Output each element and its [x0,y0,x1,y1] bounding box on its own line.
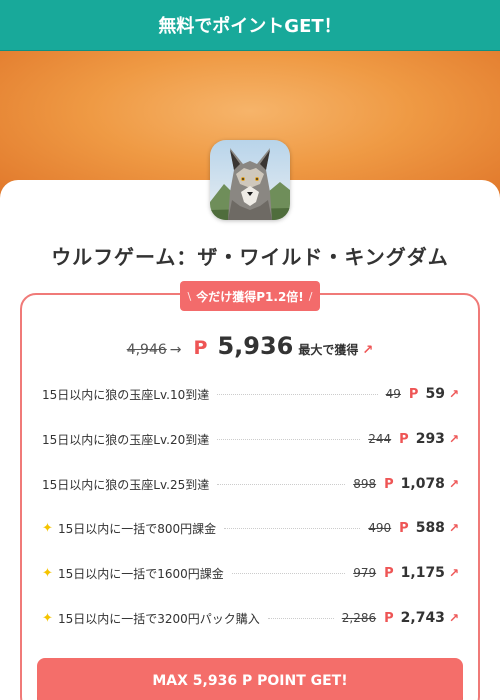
arrow-up-right-icon: ↗ [362,343,374,358]
task-points: 1,078 [400,476,445,492]
task-row[interactable]: ✦ 15日以内に一括で3200円パック購入 2,286 P 2,743 ↗ [42,608,459,628]
point-mark: P [193,337,208,359]
dotted-leader [217,393,378,395]
task-label: 15日以内に狼の玉座Lv.20到達 [42,432,210,447]
dotted-leader [231,572,346,574]
task-row[interactable]: 15日以内に狼の玉座Lv.25到達 898 P 1,078 ↗ [42,474,459,494]
task-old-points: 2,286 [341,611,377,625]
sparkle-icon: ✦ [42,520,53,536]
sparkle-icon: ✦ [42,565,53,581]
task-old-points: 244 [368,432,392,446]
task-label: 15日以内に狼の玉座Lv.25到達 [42,477,210,492]
dotted-leader [224,527,361,529]
get-points-label: MAX 5,936 P POINT GET! [152,673,348,689]
arrow-up-right-icon: ↗ [448,477,459,491]
promo-badge: \ 今だけ獲得P1.2倍! / [180,281,320,311]
point-mark: P [399,431,409,447]
sparkle-icon: ✦ [42,610,53,626]
dotted-leader [217,483,346,485]
task-points: 293 [415,431,445,447]
app-title: ウルフゲーム：ザ・ワイルド・キングダム [51,245,449,269]
get-points-button[interactable]: MAX 5,936 P POINT GET! [37,658,463,700]
promo-text: 今だけ獲得P1.2倍! [196,289,304,304]
task-points: 1,175 [400,565,445,581]
banner-text: 無料でポイントGET！ [158,16,342,37]
task-old-points: 49 [385,387,401,401]
arrow-up-right-icon: ↗ [448,521,459,535]
badge-slash-left: \ [187,289,192,303]
arrow-up-right-icon: ↗ [448,432,459,446]
arrow-up-right-icon: ↗ [448,566,459,580]
task-row[interactable]: 15日以内に狼の玉座Lv.10到達 49 P 59 ↗ [42,384,459,404]
badge-slash-right: / [308,289,313,303]
arrow-right-icon: → [169,342,182,358]
dotted-leader [217,438,361,440]
point-mark: P [399,520,409,536]
task-points: 59 [425,386,445,402]
task-row[interactable]: 15日以内に狼の玉座Lv.20到達 244 P 293 ↗ [42,429,459,449]
arrow-up-right-icon: ↗ [448,611,459,625]
task-row[interactable]: ✦ 15日以内に一括で1600円課金 979 P 1,175 ↗ [42,563,459,583]
total-points-row: 4,946 → P 5,936 最大で獲得 ↗ [0,332,500,360]
task-old-points: 490 [368,521,392,535]
task-points: 2,743 [400,610,445,626]
top-banner: 無料でポイントGET！ [0,0,500,51]
total-old-points: 4,946 [126,342,167,358]
wolf-app-icon[interactable] [210,140,290,220]
task-old-points: 898 [353,477,377,491]
task-label: 15日以内に一括で800円課金 [58,521,217,536]
task-row[interactable]: ✦ 15日以内に一括で800円課金 490 P 588 ↗ [42,518,459,538]
point-mark: P [384,476,394,492]
point-mark: P [408,386,419,402]
task-old-points: 979 [353,566,377,580]
max-earn-label: 最大で獲得 [298,343,359,357]
arrow-up-right-icon: ↗ [448,387,459,401]
task-label: 15日以内に狼の玉座Lv.10到達 [42,387,210,402]
dotted-leader [267,617,334,619]
task-label: 15日以内に一括で3200円パック購入 [58,611,260,626]
total-points: 5,936 [217,332,294,360]
task-points: 588 [415,520,445,536]
point-mark: P [384,610,394,626]
task-label: 15日以内に一括で1600円課金 [58,566,224,581]
point-mark: P [384,565,394,581]
